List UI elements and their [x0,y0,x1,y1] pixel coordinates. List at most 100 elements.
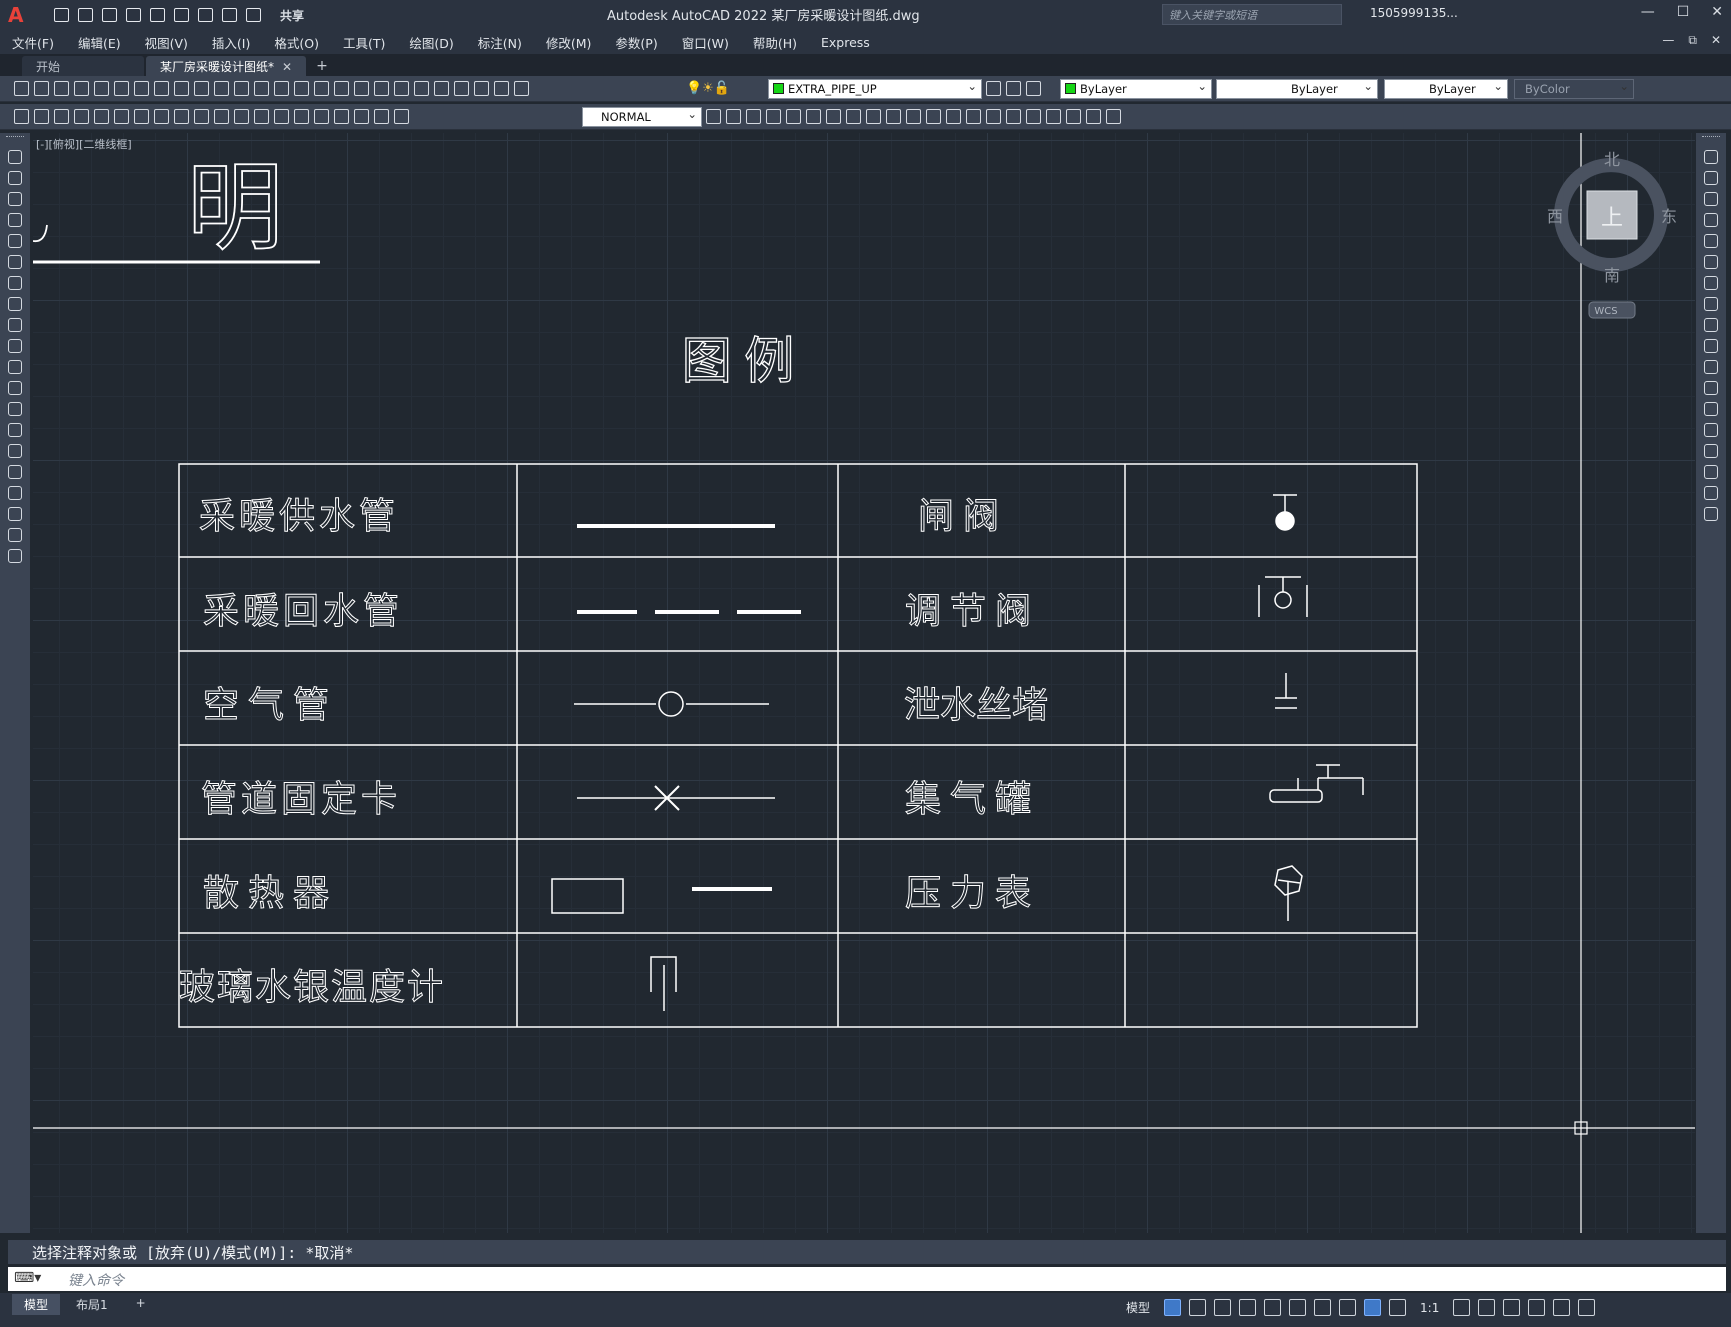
dim-radius-icon[interactable] [94,109,109,124]
save-icon[interactable] [54,81,69,96]
copy-icon[interactable] [174,81,189,96]
multiline-text-icon[interactable] [8,528,22,542]
ortho-icon[interactable] [1214,1299,1232,1316]
toolbar-grip[interactable] [6,136,24,142]
shell-icon[interactable] [1006,109,1021,124]
rectangle-icon[interactable] [8,234,22,248]
copy-edges-icon[interactable] [1046,109,1061,124]
lineweight-icon[interactable] [1339,1299,1357,1316]
properties-icon[interactable] [374,81,389,96]
taper-faces-icon[interactable] [886,109,901,124]
join-icon[interactable] [1704,423,1718,437]
menu-parametric[interactable]: 参数(P) [603,33,669,52]
lineweight-dropdown[interactable]: ByLayer [1384,79,1508,99]
add-selected-icon[interactable] [8,549,22,563]
fillet-icon[interactable] [1704,465,1718,479]
menu-express[interactable]: Express [809,35,882,50]
rotate-faces-icon[interactable] [866,109,881,124]
offset-icon[interactable] [1704,213,1718,227]
dimstyle-dropdown[interactable]: NORMAL [582,107,702,127]
dim-baseline-icon[interactable] [194,109,209,124]
insert-block-icon[interactable] [8,381,22,395]
move-icon[interactable] [1704,255,1718,269]
plot-preview-icon[interactable] [174,8,189,22]
drawing-canvas[interactable]: [-][俯视][二维线框] 明 图 例 采暖供水管 采暖回水管 空 气 管 管道… [33,133,1695,1233]
menu-insert[interactable]: 插入(I) [200,33,262,52]
new-icon[interactable] [54,8,69,22]
markup-icon[interactable] [454,81,469,96]
plus-icon[interactable] [1478,1299,1496,1316]
menu-window[interactable]: 窗口(W) [670,33,741,52]
dim-aligned-icon[interactable] [34,109,49,124]
undo-icon[interactable] [222,8,237,22]
dim-ordinate-icon[interactable] [74,109,89,124]
autocad-logo-icon[interactable]: A [8,4,30,26]
tab-start[interactable]: 开始 [22,56,144,76]
dim-space-icon[interactable] [234,109,249,124]
chamfer-icon[interactable] [1704,444,1718,458]
paste-icon[interactable] [194,81,209,96]
gradient-icon[interactable] [8,465,22,479]
zoom-window-icon[interactable] [334,81,349,96]
doc-minimize-button[interactable]: — [1662,33,1674,48]
break-icon[interactable] [1704,402,1718,416]
dim-linear-icon[interactable] [14,109,29,124]
explode-icon[interactable] [1704,507,1718,521]
menu-modify[interactable]: 修改(M) [534,33,604,52]
gear-icon[interactable] [1453,1299,1471,1316]
move-faces-icon[interactable] [806,109,821,124]
line-icon[interactable] [8,150,22,164]
dim-jogged-icon[interactable] [114,109,129,124]
extend-icon[interactable] [1704,360,1718,374]
center-mark-icon[interactable] [274,109,289,124]
imprint-icon[interactable] [946,109,961,124]
clean-icon[interactable] [966,109,981,124]
ellipse-arc-icon[interactable] [8,360,22,374]
close-tab-icon[interactable]: ✕ [282,60,292,74]
add-layout-button[interactable]: + [124,1294,158,1315]
dim-continue-icon[interactable] [214,109,229,124]
spline-icon[interactable] [8,318,22,332]
extrude-faces-icon[interactable] [786,109,801,124]
cut-icon[interactable] [154,81,169,96]
color-dropdown[interactable]: ByLayer [1060,79,1212,99]
dim-edit-icon[interactable] [334,109,349,124]
share-button[interactable]: 共享 [280,7,304,24]
menu-file[interactable]: 文件(F) [0,33,66,52]
menu-help[interactable]: 帮助(H) [741,33,809,52]
construction-line-icon[interactable] [8,171,22,185]
3d-print-icon[interactable] [134,81,149,96]
rotate-icon[interactable] [1704,276,1718,290]
dim-diameter-icon[interactable] [134,109,149,124]
match-prop-icon[interactable] [214,81,229,96]
zoom-realtime-icon[interactable] [314,81,329,96]
make-block-icon[interactable] [8,402,22,416]
polyline-icon[interactable] [8,192,22,206]
erase-icon[interactable] [1704,150,1718,164]
revision-cloud-icon[interactable] [8,297,22,311]
isolate-objects-icon[interactable] [1503,1299,1521,1316]
dim-arc-icon[interactable] [54,109,69,124]
trim-icon[interactable] [1704,339,1718,353]
solid-intersect-icon[interactable] [766,109,781,124]
ellipse-icon[interactable] [8,339,22,353]
calculator-icon[interactable] [474,81,489,96]
help-icon[interactable] [494,81,509,96]
snap-icon[interactable] [1189,1299,1207,1316]
table-icon[interactable] [8,507,22,521]
blend-curves-icon[interactable] [1704,486,1718,500]
inspect-icon[interactable] [294,109,309,124]
menu-edit[interactable]: 编辑(E) [66,33,133,52]
arc-icon[interactable] [8,255,22,269]
dim-style-manager-icon[interactable] [706,109,721,124]
sheet-set-icon[interactable] [434,81,449,96]
dim-style-icon[interactable] [394,109,409,124]
solid-subtract-icon[interactable] [746,109,761,124]
print-icon[interactable] [198,8,213,22]
search-input[interactable]: 键入关键字或短语 [1162,4,1342,25]
fillet-edges-icon[interactable] [1086,109,1101,124]
preview-icon[interactable] [94,81,109,96]
annotation-visibility-icon[interactable] [1364,1299,1382,1316]
layer-previous-icon[interactable] [1026,81,1041,96]
array-icon[interactable] [1704,234,1718,248]
